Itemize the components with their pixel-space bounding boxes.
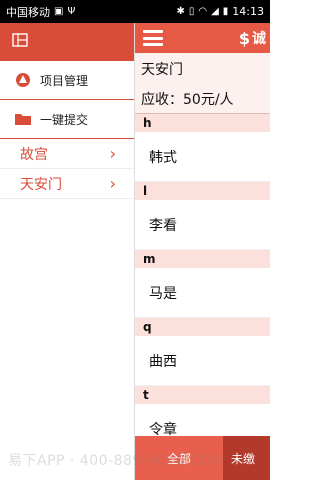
section-header-m: m: [135, 250, 270, 268]
place-label: 天安门: [20, 176, 62, 193]
status-right: ✱ ▯ ◠ ◢ ▮ 14:13: [176, 5, 264, 18]
fee-label: 应收：50元/人: [141, 92, 234, 108]
section-header-l: l: [135, 182, 270, 200]
chevron-right-icon: ›: [109, 174, 116, 193]
place-item-gugong[interactable]: 故宫 ›: [0, 139, 134, 169]
place-item-tiananmen[interactable]: 天安门 ›: [0, 169, 134, 199]
usb-icon: Ψ: [67, 5, 76, 17]
project-icon: [14, 71, 32, 89]
clock: 14:13: [232, 5, 264, 18]
drawer-header: [0, 23, 134, 61]
site-name: 天安门: [141, 62, 183, 78]
menu-item-one-click-submit[interactable]: 一键提交: [0, 100, 134, 139]
section-header-h: h: [135, 114, 270, 132]
bluetooth-icon: ✱: [176, 5, 185, 17]
list-item[interactable]: 曲西: [135, 336, 270, 386]
place-label: 故宫: [20, 146, 48, 163]
navigation-drawer: 项目管理 一键提交 故宫 › 天安门 ›: [0, 23, 135, 480]
vibrate-icon: ▯: [188, 5, 195, 17]
menu-item-label: 一键提交: [40, 112, 89, 127]
status-bar: 中国移动 ▣ Ψ ✱ ▯ ◠ ◢ ▮ 14:13: [0, 0, 270, 23]
main-panel: $ 诚 天安门 应收：50元/人 h 韩式 l 李看 m 马是 q 曲西 t 令…: [135, 23, 270, 480]
contact-list: h 韩式 l 李看 m 马是 q 曲西 t 令章: [135, 114, 270, 454]
status-left: 中国移动 ▣ Ψ: [6, 4, 75, 20]
battery-icon: ▮: [222, 5, 229, 17]
topbar-action[interactable]: $ 诚: [239, 28, 266, 48]
list-item[interactable]: 李看: [135, 200, 270, 250]
app-logo-icon: [12, 32, 28, 52]
topbar-action-label: 诚: [252, 31, 266, 47]
folder-icon: [14, 110, 32, 128]
unpaid-button[interactable]: 未缴: [223, 436, 270, 480]
carrier-label: 中国移动: [6, 5, 50, 19]
list-item[interactable]: 韩式: [135, 132, 270, 182]
bottom-bar: 全部 未缴: [135, 436, 270, 480]
wifi-icon: ◠: [198, 5, 208, 17]
menu-item-project-management[interactable]: 项目管理: [0, 61, 134, 100]
signal-icon: ◢: [211, 5, 219, 17]
image-notification-icon: ▣: [54, 5, 64, 17]
section-header-q: q: [135, 318, 270, 336]
site-info: 天安门 应收：50元/人: [135, 53, 270, 114]
list-item[interactable]: 马是: [135, 268, 270, 318]
menu-item-label: 项目管理: [40, 73, 89, 88]
top-bar: $ 诚: [135, 23, 270, 53]
all-button[interactable]: 全部: [135, 436, 223, 480]
chevron-right-icon: ›: [109, 144, 116, 163]
section-header-t: t: [135, 386, 270, 404]
dollar-icon: $: [238, 28, 250, 48]
hamburger-menu-icon[interactable]: [143, 30, 163, 46]
